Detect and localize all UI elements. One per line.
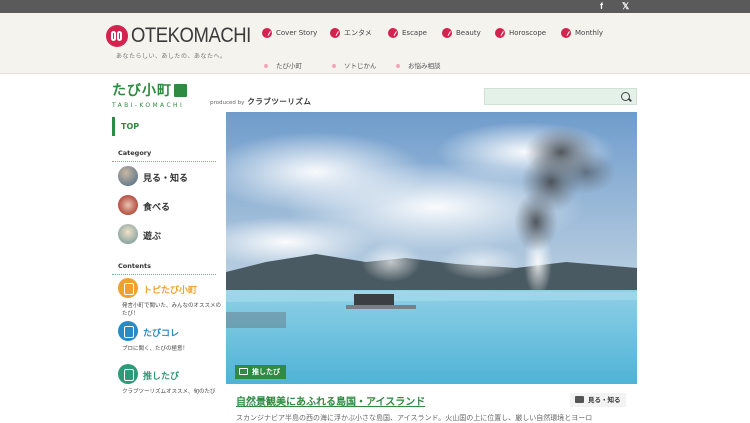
produced-by-label: produced by	[210, 100, 245, 106]
suitcase-icon	[239, 368, 248, 375]
content-topi-tabi[interactable]: トピたび小町 発言小町で聞いた、みんなのオススメのたび！	[112, 275, 221, 318]
category-play[interactable]: 遊ぶ	[112, 220, 216, 249]
category-see-know[interactable]: 見る・知る	[112, 162, 216, 191]
brand-box-icon	[174, 84, 187, 97]
nav-cover-story[interactable]: Cover Story	[262, 28, 317, 38]
category-label: 見る・知る	[143, 174, 189, 184]
social-bar: f 𝕏	[0, 0, 750, 13]
nav-label: Beauty	[456, 29, 481, 37]
producer-logo[interactable]: クラブツーリズム	[247, 97, 311, 106]
content-oshi-tabi[interactable]: 推したび クラブツーリズムオススメ、旬のたび	[112, 361, 216, 404]
subnav-tabi-komachi[interactable]: たび小町	[264, 60, 302, 70]
contents-heading: Contents	[112, 262, 216, 275]
section-brand[interactable]: たび小町 TABI-KOMACHI	[112, 80, 187, 109]
logo-mark-icon[interactable]	[106, 25, 128, 47]
nav-label: Monthly	[575, 29, 604, 37]
pen-icon	[442, 28, 452, 38]
sidebar: TOP Category 見る・知る 食べる 遊ぶ Contents トピたび小…	[112, 117, 221, 404]
content-desc: プロに聞く、たびの極意！	[122, 346, 189, 352]
hero-image[interactable]: 推したび	[226, 112, 637, 384]
sidebar-top-link[interactable]: TOP	[112, 117, 216, 136]
site-tagline: あなたらしい、あしたの、あなたへ。	[116, 53, 227, 60]
nav-escape[interactable]: Escape	[388, 28, 427, 38]
nav-label: Cover Story	[276, 29, 318, 37]
nav-monthly[interactable]: Monthly	[561, 28, 603, 38]
category-badge[interactable]: 見る・知る	[570, 393, 626, 407]
pen-icon	[388, 28, 398, 38]
nav-label: Escape	[402, 29, 427, 37]
hero-photo	[226, 112, 637, 384]
content-tabi-kore[interactable]: たびコレ プロに聞く、たびの極意！	[112, 318, 216, 361]
content-label: 推したび	[143, 372, 180, 382]
bullet-icon	[332, 64, 336, 68]
nav-entame[interactable]: エンタメ	[330, 28, 372, 38]
category-thumbnail	[118, 195, 138, 215]
bullet-icon	[396, 64, 400, 68]
produced-by: produced by クラブツーリズム	[210, 96, 311, 107]
bullet-icon	[264, 64, 268, 68]
chat-icon	[118, 278, 138, 298]
category-label: 遊ぶ	[143, 232, 162, 242]
nav-beauty[interactable]: Beauty	[442, 28, 481, 38]
nav-label: エンタメ	[344, 29, 372, 37]
content-desc: クラブツーリズムオススメ、旬のたび	[122, 389, 216, 395]
facebook-icon[interactable]: f	[600, 0, 603, 13]
subnav-onayami[interactable]: お悩み相談	[396, 60, 441, 70]
twitter-icon[interactable]: 𝕏	[622, 0, 629, 13]
hero-tag[interactable]: 推したび	[235, 365, 286, 379]
subnav-soto-jikan[interactable]: ソトじかん	[332, 60, 377, 70]
site-header: OTEKOMACHI あなたらしい、あしたの、あなたへ。 Cover Story…	[0, 13, 750, 74]
signpost-icon	[118, 321, 138, 341]
pen-icon	[330, 28, 340, 38]
site-logo[interactable]: OTEKOMACHI	[131, 24, 251, 48]
category-badge-label: 見る・知る	[588, 396, 621, 404]
brand-name-en: TABI-KOMACHI	[112, 102, 185, 109]
content-label: たびコレ	[143, 329, 180, 339]
suitcase-icon	[118, 364, 138, 384]
content-desc: 発言小町で聞いた、みんなのオススメのたび！	[122, 303, 222, 317]
subnav-label: ソトじかん	[344, 62, 377, 70]
subnav-label: たび小町	[276, 62, 302, 70]
pen-icon	[495, 28, 505, 38]
category-thumbnail	[118, 166, 138, 186]
category-label: 食べる	[143, 203, 171, 213]
search-box	[484, 88, 637, 105]
pen-icon	[561, 28, 571, 38]
content-label: トピたび小町	[143, 286, 198, 296]
pen-icon	[262, 28, 272, 38]
search-input[interactable]	[489, 91, 614, 103]
hero-tag-label: 推したび	[252, 368, 280, 376]
search-icon[interactable]	[621, 92, 630, 101]
category-eat[interactable]: 食べる	[112, 191, 216, 220]
brand-name-jp: たび小町	[112, 83, 172, 99]
article-title[interactable]: 自然景観美にあふれる島国・アイスランド	[236, 393, 425, 408]
category-thumbnail	[118, 224, 138, 244]
camera-icon	[575, 396, 584, 403]
nav-horoscope[interactable]: Horoscope	[495, 28, 546, 38]
subnav-label: お悩み相談	[408, 62, 441, 70]
category-heading: Category	[112, 149, 216, 162]
nav-label: Horoscope	[509, 29, 547, 37]
